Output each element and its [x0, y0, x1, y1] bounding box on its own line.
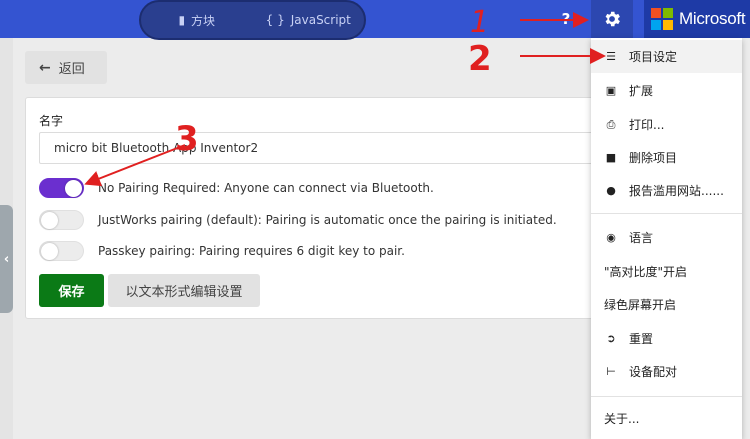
name-field-label: 名字: [39, 114, 64, 128]
menu-item-label: 删除项目: [629, 151, 678, 165]
menu-item-about[interactable]: 关于...: [591, 402, 742, 435]
puzzle-icon: ▮: [178, 13, 186, 27]
menu-item-label: 绿色屏幕开启: [604, 298, 677, 312]
menu-item-label: 项目设定: [629, 50, 678, 64]
menu-item-high-contrast[interactable]: "高对比度"开启: [591, 255, 742, 288]
menu-item-label: "高对比度"开启: [604, 265, 688, 279]
editor-mode-toggle: ▮ 方块 { } JavaScript: [139, 0, 366, 40]
pairing-option-label: JustWorks pairing (default): Pairing is …: [98, 213, 557, 227]
settings-menu: ☰ 项目设定 ▣ 扩展 ⎙ 打印... ■ 删除项目 ● 报告滥用网站.....…: [591, 38, 742, 439]
exclamation-icon: ●: [606, 184, 616, 197]
usb-icon: ⊢: [606, 365, 616, 378]
menu-item-label: 打印...: [629, 118, 665, 132]
edit-as-text-button[interactable]: 以文本形式编辑设置: [108, 274, 260, 307]
pairing-toggle-passkey[interactable]: [39, 241, 84, 261]
blocks-tab[interactable]: ▮ 方块: [141, 2, 253, 38]
javascript-tab-label: JavaScript: [290, 13, 351, 27]
sign-out-icon: ➲: [606, 332, 616, 345]
project-settings-card: 名字 No Pairing Required: Anyone can conne…: [25, 97, 615, 319]
menu-item-extensions[interactable]: ▣ 扩展: [591, 74, 742, 107]
menu-item-label: 语言: [629, 231, 654, 245]
pairing-toggle-none[interactable]: [39, 178, 84, 198]
settings-button[interactable]: [591, 0, 633, 38]
menu-item-report-abuse[interactable]: ● 报告滥用网站......: [591, 174, 742, 207]
back-button-label: 返回: [58, 62, 85, 77]
menu-item-pair-device[interactable]: ⊢ 设备配对: [591, 355, 742, 388]
menu-item-label: 关于...: [604, 412, 640, 426]
top-bar: [0, 0, 750, 38]
menu-divider: [591, 396, 742, 397]
save-button[interactable]: 保存: [39, 274, 104, 307]
menu-item-label: 扩展: [629, 84, 654, 98]
pairing-option-justworks[interactable]: JustWorks pairing (default): Pairing is …: [39, 210, 557, 230]
pairing-toggle-justworks[interactable]: [39, 210, 84, 230]
menu-item-green-screen[interactable]: 绿色屏幕开启: [591, 288, 742, 321]
menu-item-label: 设备配对: [629, 365, 678, 379]
trash-icon: ■: [605, 151, 617, 164]
gear-icon: [605, 11, 620, 27]
globe-icon: ◉: [606, 231, 616, 244]
back-button[interactable]: ← 返回: [25, 51, 107, 84]
blocks-tab-label: 方块: [191, 13, 216, 28]
menu-item-project-settings[interactable]: ☰ 项目设定: [591, 40, 742, 73]
annotation-number-2: 2: [468, 39, 492, 79]
menu-divider: [591, 213, 742, 214]
help-icon: ?: [561, 10, 571, 28]
menu-item-print[interactable]: ⎙ 打印...: [591, 108, 742, 141]
microsoft-squares-icon: [651, 8, 673, 30]
javascript-tab[interactable]: { } JavaScript: [253, 2, 365, 38]
project-name-input[interactable]: [39, 132, 599, 164]
help-button[interactable]: ?: [556, 9, 576, 29]
pairing-option-label: No Pairing Required: Anyone can connect …: [98, 181, 434, 195]
sliders-icon: ☰: [606, 50, 616, 63]
microsoft-brand-text: Microsoft: [679, 9, 746, 28]
print-icon: ⎙: [606, 117, 616, 131]
menu-item-language[interactable]: ◉ 语言: [591, 221, 742, 254]
collapse-handle[interactable]: ‹: [0, 205, 13, 313]
menu-item-label: 报告滥用网站......: [629, 184, 724, 198]
menu-item-label: 重置: [629, 332, 654, 346]
menu-item-delete-project[interactable]: ■ 删除项目: [591, 141, 742, 174]
pairing-option-passkey[interactable]: Passkey pairing: Pairing requires 6 digi…: [39, 241, 405, 261]
braces-icon: { }: [265, 13, 285, 27]
drive-icon: ▣: [605, 84, 617, 97]
menu-item-reset[interactable]: ➲ 重置: [591, 322, 742, 355]
pairing-option-label: Passkey pairing: Pairing requires 6 digi…: [98, 244, 405, 258]
arrow-left-icon: ←: [39, 59, 51, 76]
microsoft-logo[interactable]: Microsoft: [644, 0, 750, 38]
chevron-left-icon: ‹: [3, 251, 10, 267]
pairing-option-none[interactable]: No Pairing Required: Anyone can connect …: [39, 178, 434, 198]
